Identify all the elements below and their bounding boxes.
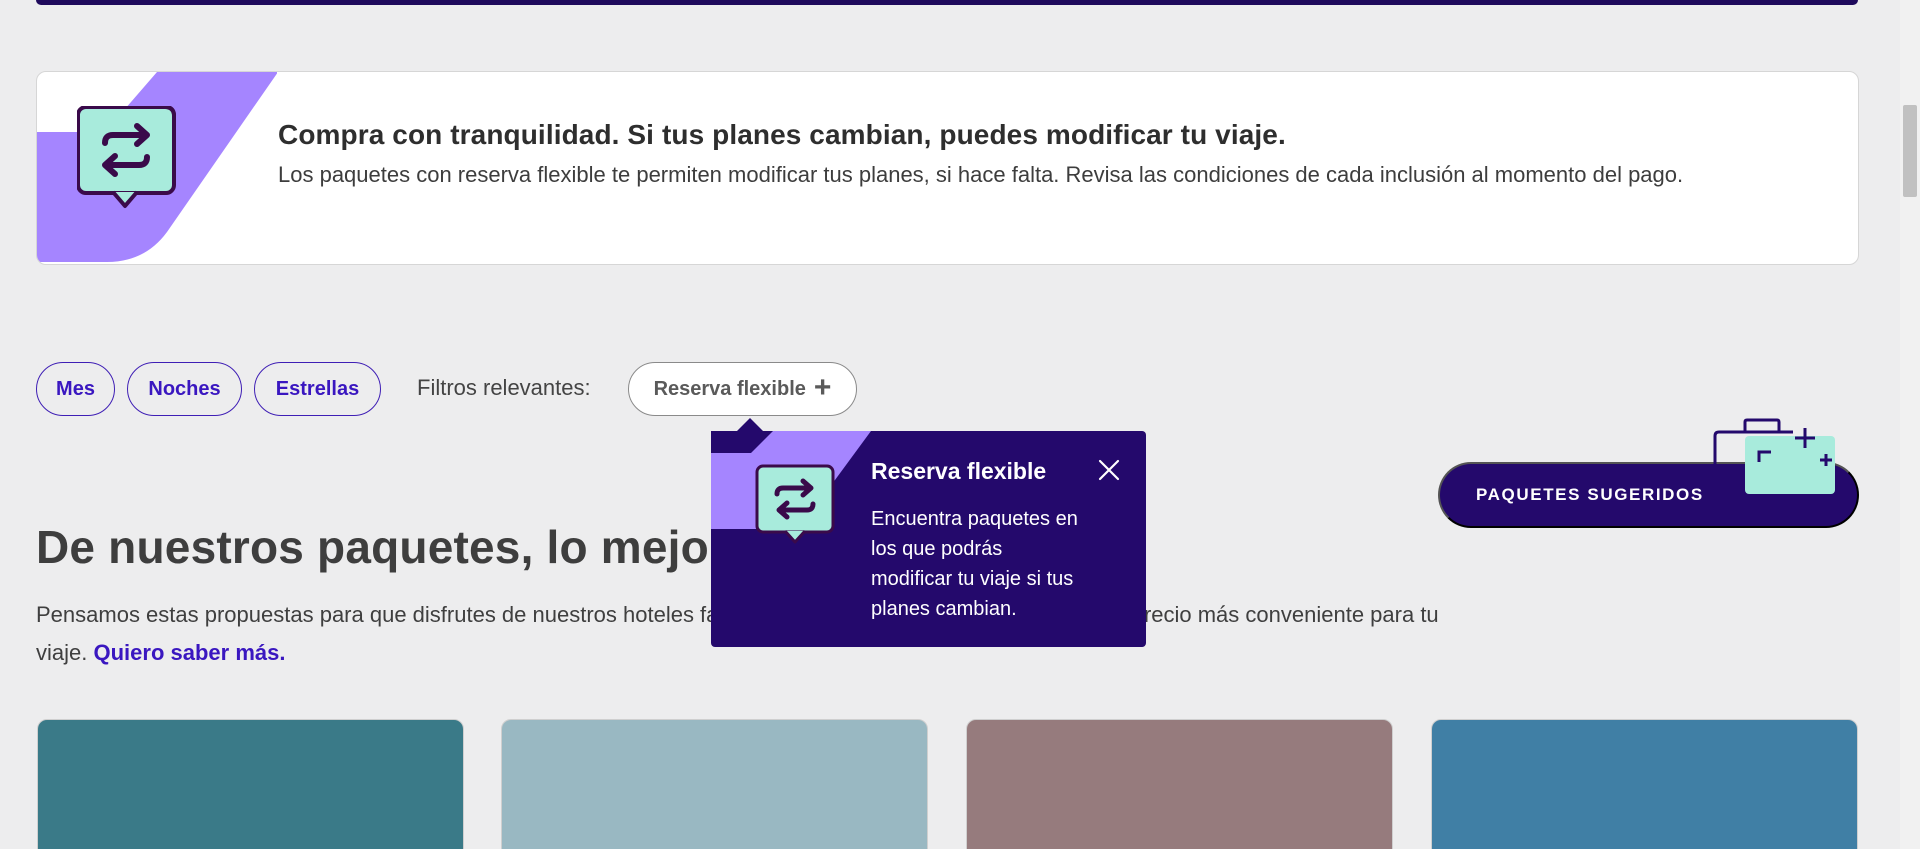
package-card[interactable]: [37, 719, 464, 849]
package-card[interactable]: [966, 719, 1393, 849]
close-icon[interactable]: [1096, 457, 1122, 483]
filter-chip-nights[interactable]: Noches: [127, 362, 242, 416]
relevant-filters-label: Filtros relevantes:: [417, 375, 591, 400]
flexible-booking-banner: Compra con tranquilidad. Si tus planes c…: [36, 71, 1859, 265]
flexible-booking-tooltip: Reserva flexible Encuentra paquetes en l…: [711, 431, 1146, 647]
scrollbar-thumb[interactable]: [1903, 105, 1917, 197]
banner-text: Los paquetes con reserva flexible te per…: [278, 162, 1684, 187]
package-card[interactable]: [501, 719, 928, 849]
suggested-packages-label: PAQUETES SUGERIDOS: [1476, 485, 1704, 504]
scrollbar-track[interactable]: [1900, 0, 1920, 849]
learn-more-link[interactable]: Quiero saber más.: [93, 640, 285, 665]
tooltip-text: Encuentra paquetes en los que podrás mod…: [871, 508, 1078, 620]
filter-chip-month[interactable]: Mes: [36, 362, 115, 416]
suitcase-icon: [1713, 418, 1835, 494]
flexible-chip-label: Reserva flexible: [653, 377, 806, 400]
filter-chip-stars[interactable]: Estrellas: [254, 362, 381, 416]
swap-arrows-icon: [755, 464, 835, 544]
tooltip-title: Reserva flexible: [871, 458, 1047, 484]
flexible-booking-filter-chip[interactable]: Reserva flexible +: [628, 362, 857, 416]
package-card[interactable]: [1431, 719, 1858, 849]
plus-icon: +: [813, 370, 832, 404]
top-nav-bar-edge: [36, 0, 1858, 5]
swap-arrows-icon: [77, 106, 176, 208]
section-title: De nuestros paquetes, lo mejor: [36, 521, 728, 573]
banner-title: Compra con tranquilidad. Si tus planes c…: [278, 119, 1286, 150]
